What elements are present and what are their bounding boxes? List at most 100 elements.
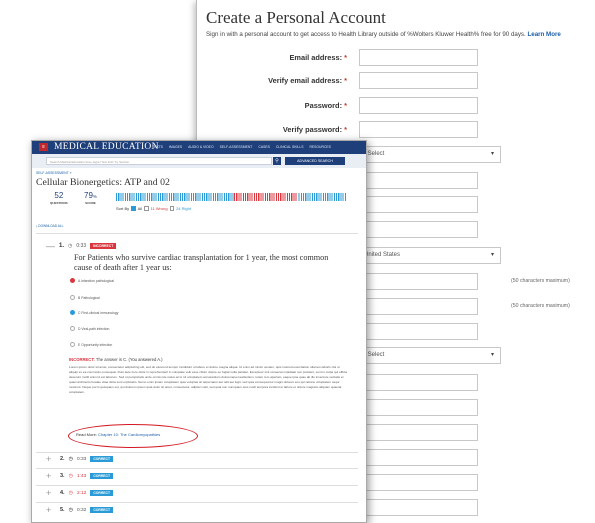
page-title: Create a Personal Account [206, 8, 386, 27]
right-checkbox[interactable] [169, 206, 175, 211]
nav-images[interactable]: IMAGES [169, 145, 182, 149]
question-time: 0:33 [76, 243, 87, 249]
question-text: For Patients who survive cardiac transpl… [74, 253, 329, 272]
clock-icon: ◷ [68, 456, 73, 462]
status-badge: CORRECT [90, 473, 114, 479]
search-icon[interactable]: ⚲ [273, 157, 281, 165]
text-field-4[interactable] [359, 273, 478, 290]
text-field-3[interactable] [359, 221, 478, 238]
status-badge: CORRECT [90, 507, 114, 513]
text-field-2[interactable] [359, 196, 478, 213]
status-badge: CORRECT [90, 490, 114, 496]
divider [36, 485, 358, 486]
sort-by-label: Sort By [116, 206, 130, 211]
account-subtitle: Sign in with a personal account to get a… [206, 31, 561, 38]
status-badge: INCORRECT [90, 243, 117, 249]
text-field-9[interactable] [359, 424, 478, 441]
expand-icon[interactable]: + [46, 505, 56, 515]
nav-cases[interactable]: CASES [258, 145, 270, 149]
nav-resources[interactable]: RESOURCES [309, 145, 330, 149]
explanation-heading: INCORRECT: The answer is C. (You answere… [69, 357, 163, 362]
divider [36, 468, 358, 469]
radio-icon [70, 326, 75, 331]
expand-icon[interactable]: + [46, 471, 56, 481]
question-row[interactable]: + 2. ◷ 0:33 CORRECT [46, 454, 114, 464]
expand-icon[interactable]: + [46, 488, 56, 498]
medical-education-window: ≡ MEDICAL EDUCATION TEXTS IMAGES AUDIO &… [31, 140, 367, 523]
expand-icon[interactable]: + [46, 454, 56, 464]
chevron-down-icon: ▾ [490, 352, 494, 358]
radio-icon [70, 342, 75, 347]
text-field-8[interactable] [359, 399, 478, 416]
chevron-down-icon: ▾ [490, 252, 494, 258]
email-label: Email address: * [289, 53, 347, 62]
radio-icon [70, 278, 75, 283]
answer-option-d[interactable]: D Viral-path infection [70, 326, 109, 331]
brand-logo[interactable]: MEDICAL EDUCATION [54, 142, 159, 152]
nav-self-assessment[interactable]: SELF-ASSESSMENT [220, 145, 253, 149]
clock-icon: ◷ [68, 490, 73, 496]
password-field[interactable] [359, 97, 478, 114]
search-bar: Search Medical Education Free Hyper Text… [32, 154, 366, 168]
wrong-label: 11 Wrong [150, 206, 168, 211]
advanced-search-button[interactable]: ADVANCED SEARCH [285, 157, 345, 165]
clock-icon: ◷ [68, 243, 73, 249]
question-1-header[interactable]: — 1. ◷ 0:33 INCORRECT [46, 241, 117, 251]
divider [36, 452, 358, 453]
answer-option-a[interactable]: A Infarction pathological [70, 278, 114, 283]
select-dropdown-1[interactable]: - Select ▾ [359, 146, 501, 163]
answer-option-e[interactable]: E Opportunity infection [70, 342, 112, 347]
question-number: 1. [59, 243, 65, 249]
answer-option-c[interactable]: C First-clinical immunology [70, 310, 119, 315]
clock-icon: ◷ [68, 473, 73, 479]
text-field-12[interactable] [359, 499, 478, 516]
breadcrumb[interactable]: SELF-ASSESSMENT » [36, 171, 72, 175]
all-label: All [137, 206, 143, 211]
divider [36, 233, 358, 234]
email-field[interactable] [359, 49, 478, 66]
score-progress-bar [116, 193, 346, 201]
chevron-down-icon: ▾ [490, 151, 494, 157]
question-row[interactable]: + 4. ◷ 2:12 CORRECT [46, 488, 114, 498]
status-badge: CORRECT [90, 456, 114, 462]
country-select[interactable]: United States ▾ [359, 247, 501, 264]
nav-clinical-skills[interactable]: CLINICAL SKILLS [276, 145, 304, 149]
collapse-icon[interactable]: — [46, 241, 55, 251]
radio-icon [70, 295, 75, 300]
menu-icon[interactable]: ≡ [39, 143, 48, 151]
text-field-11[interactable] [359, 474, 478, 491]
nav-links: TEXTS IMAGES AUDIO & VIDEO SELF-ASSESSME… [152, 145, 331, 149]
score-stat: 79% SCORE [84, 191, 97, 205]
all-checkbox[interactable] [131, 206, 136, 211]
clock-icon: ◷ [68, 507, 73, 513]
page-title: Cellular Bionergetics: ATP and 02 [36, 177, 170, 188]
nav-texts[interactable]: TEXTS [152, 145, 163, 149]
question-row[interactable]: + 5. ◷ 0:32 CORRECT [46, 505, 114, 515]
verify-email-field[interactable] [359, 72, 478, 89]
answer-option-b[interactable]: B Pathological [70, 295, 100, 300]
learn-more-link[interactable]: Learn More [527, 31, 560, 38]
select-dropdown-2[interactable]: - Select ▾ [359, 347, 501, 364]
verify-password-label: Verify password: * [282, 125, 347, 134]
radio-icon [70, 310, 75, 315]
nav-audio-video[interactable]: AUDIO & VIDEO [188, 145, 213, 149]
download-all-link[interactable]: ⤓ DOWNLOAD ALL [36, 224, 63, 228]
text-field-5[interactable] [359, 298, 478, 315]
right-label: 24 Right [176, 206, 191, 211]
question-row[interactable]: + 3. ◷ 1:43 CORRECT [46, 471, 114, 481]
wrong-checkbox[interactable] [144, 206, 149, 211]
explanation-body: Lorem ipsum dolor sit amet, consectetur … [69, 365, 348, 395]
text-field-6[interactable] [359, 323, 478, 340]
text-field-10[interactable] [359, 449, 478, 466]
highlight-annotation [68, 424, 198, 448]
top-navbar: ≡ MEDICAL EDUCATION TEXTS IMAGES AUDIO &… [32, 141, 366, 154]
char-limit-note: (50 characters maximum) [511, 278, 570, 284]
verify-password-field[interactable] [359, 121, 478, 138]
questions-stat: 52 QUESTIONS [50, 191, 68, 205]
sort-filter-row: Sort By All 11 Wrong 24 Right [116, 206, 191, 211]
divider [36, 502, 358, 503]
verify-email-label: Verify email address: * [268, 76, 347, 85]
search-input[interactable]: Search Medical Education Free Hyper Text… [46, 157, 272, 165]
text-field-1[interactable] [359, 172, 478, 189]
text-field-7[interactable] [359, 374, 478, 391]
